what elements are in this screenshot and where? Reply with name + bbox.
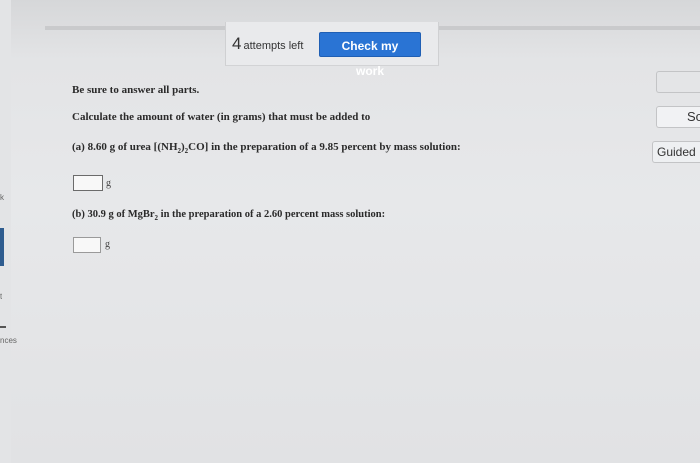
attempts-remaining: 4 attempts left [232, 34, 303, 54]
left-sidebar-divider [0, 326, 6, 328]
right-panel-button-top[interactable] [656, 71, 700, 93]
left-sidebar-active-indicator [0, 228, 4, 266]
part-a-unit: g [106, 178, 111, 189]
part-b-suffix: in the preparation of a 2.60 percent mas… [158, 209, 386, 220]
question-prompt: Calculate the amount of water (in grams)… [72, 111, 371, 123]
part-a-prefix: (a) 8.60 g of urea [(NH [72, 141, 178, 153]
part-a-answer-input[interactable] [73, 175, 103, 191]
left-sidebar-fragment-1[interactable]: k [0, 193, 4, 202]
attempts-label: attempts left [243, 40, 304, 52]
part-b-prefix: (b) 30.9 g of MgBr [72, 209, 155, 220]
part-b-text: (b) 30.9 g of MgBr2 in the preparation o… [72, 209, 385, 222]
left-sidebar-references-link[interactable]: nces [0, 336, 17, 345]
page: k t nces 4attempts left Check my work So… [0, 0, 700, 463]
instruction-text: Be sure to answer all parts. [72, 84, 200, 96]
right-panel-solution-button[interactable]: So [656, 106, 700, 128]
check-my-work-button[interactable]: Check my work [319, 32, 421, 78]
right-panel-guided-solution-button[interactable]: Guided [652, 141, 700, 163]
part-a-suffix: CO] in the preparation of a 9.85 percent… [188, 141, 461, 153]
left-sidebar-fragment-2[interactable]: t [0, 292, 2, 301]
part-b-unit: g [105, 239, 110, 250]
part-a-text: (a) 8.60 g of urea [(NH2)2CO] in the pre… [72, 141, 461, 155]
attempts-count: 4 [232, 34, 242, 53]
part-b-answer-input[interactable] [73, 237, 101, 253]
